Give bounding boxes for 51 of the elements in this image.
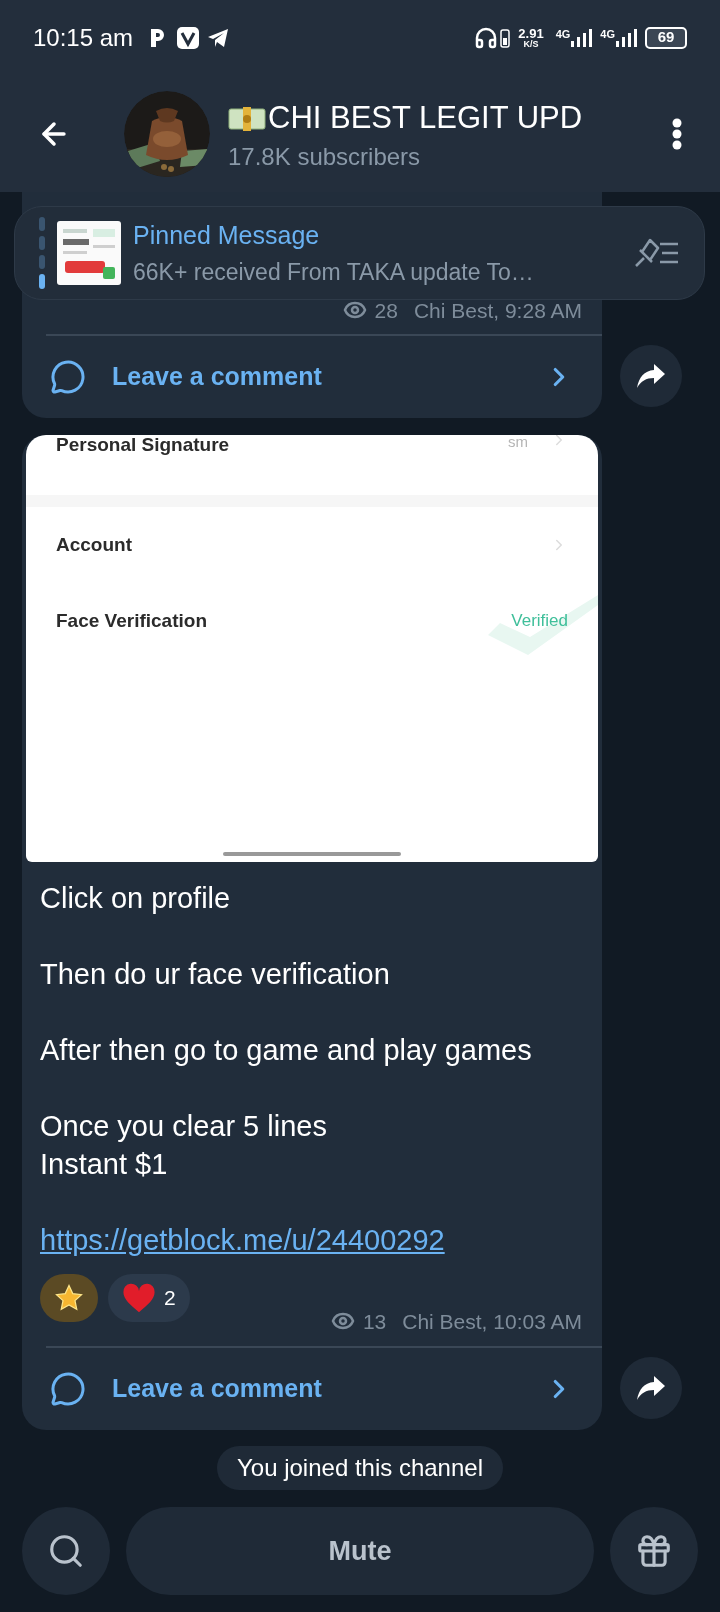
channel-title: CHI BEST LEGIT UPD	[268, 99, 583, 138]
service-message: You joined this channel	[217, 1446, 503, 1490]
battery-indicator: 69	[645, 26, 687, 49]
network-speed: 2.91	[518, 26, 544, 40]
pinned-message-bar[interactable]: Pinned Message 66K+ received From TAKA update To…	[14, 206, 705, 300]
comment-icon	[50, 359, 86, 395]
phone-battery-icon	[500, 27, 511, 48]
comment-button[interactable]: Leave a comment	[22, 336, 602, 418]
message-text: After then go to game and play games	[40, 1033, 533, 1068]
banknote-icon	[228, 104, 266, 133]
network-type: 4G	[555, 27, 571, 42]
status-time: 10:15 am	[33, 22, 134, 53]
star-icon	[54, 1283, 84, 1313]
settings-value: sm	[508, 435, 528, 452]
post-author-time: Chi Best, 10:03 AM	[402, 1308, 582, 1335]
view-count: 13	[362, 1308, 387, 1335]
share-icon	[636, 363, 666, 389]
message-text: Then do ur face verification	[40, 957, 391, 992]
network-speed-unit: K/S	[523, 39, 539, 49]
signal-icon	[570, 27, 593, 48]
reaction-chip[interactable]	[40, 1274, 98, 1322]
view-count: 28	[374, 297, 398, 324]
message-text: Once you clear 5 lines	[40, 1109, 328, 1144]
app-notification-icon	[149, 27, 166, 48]
settings-label: Account	[56, 532, 133, 557]
search-icon	[47, 1532, 85, 1570]
settings-value: Verified	[511, 610, 568, 633]
message-text: Instant $1	[40, 1147, 169, 1182]
gift-icon	[635, 1532, 673, 1570]
heart-icon	[122, 1282, 156, 1314]
pinned-title: Pinned Message	[133, 220, 321, 251]
telegram-plane-icon	[207, 27, 230, 48]
share-icon	[636, 1375, 666, 1401]
post-author-time: Chi Best, 9:28 AM	[413, 297, 582, 324]
pinned-indicator-icon	[39, 217, 45, 289]
comment-icon	[50, 1371, 86, 1407]
check-icon	[488, 595, 598, 657]
signal-icon	[615, 27, 637, 48]
message-link[interactable]: https://getblock.me/u/24400292	[40, 1224, 445, 1256]
comment-button[interactable]: Leave a comment	[22, 1348, 602, 1430]
subscriber-count: 17.8K subscribers	[228, 141, 422, 172]
mute-button[interactable]: Mute	[126, 1507, 594, 1595]
headphones-icon	[474, 25, 499, 50]
pinned-preview: 66K+ received From TAKA update To…	[133, 257, 535, 287]
message-text: Click on profile	[40, 881, 232, 916]
settings-label: Personal Signature	[56, 435, 231, 457]
app-notification-icon	[177, 26, 200, 49]
network-type: 4G	[600, 27, 615, 42]
reaction-chip[interactable]: 2	[108, 1274, 190, 1322]
settings-label: Face Verification	[56, 608, 208, 633]
menu-icon	[672, 117, 682, 150]
